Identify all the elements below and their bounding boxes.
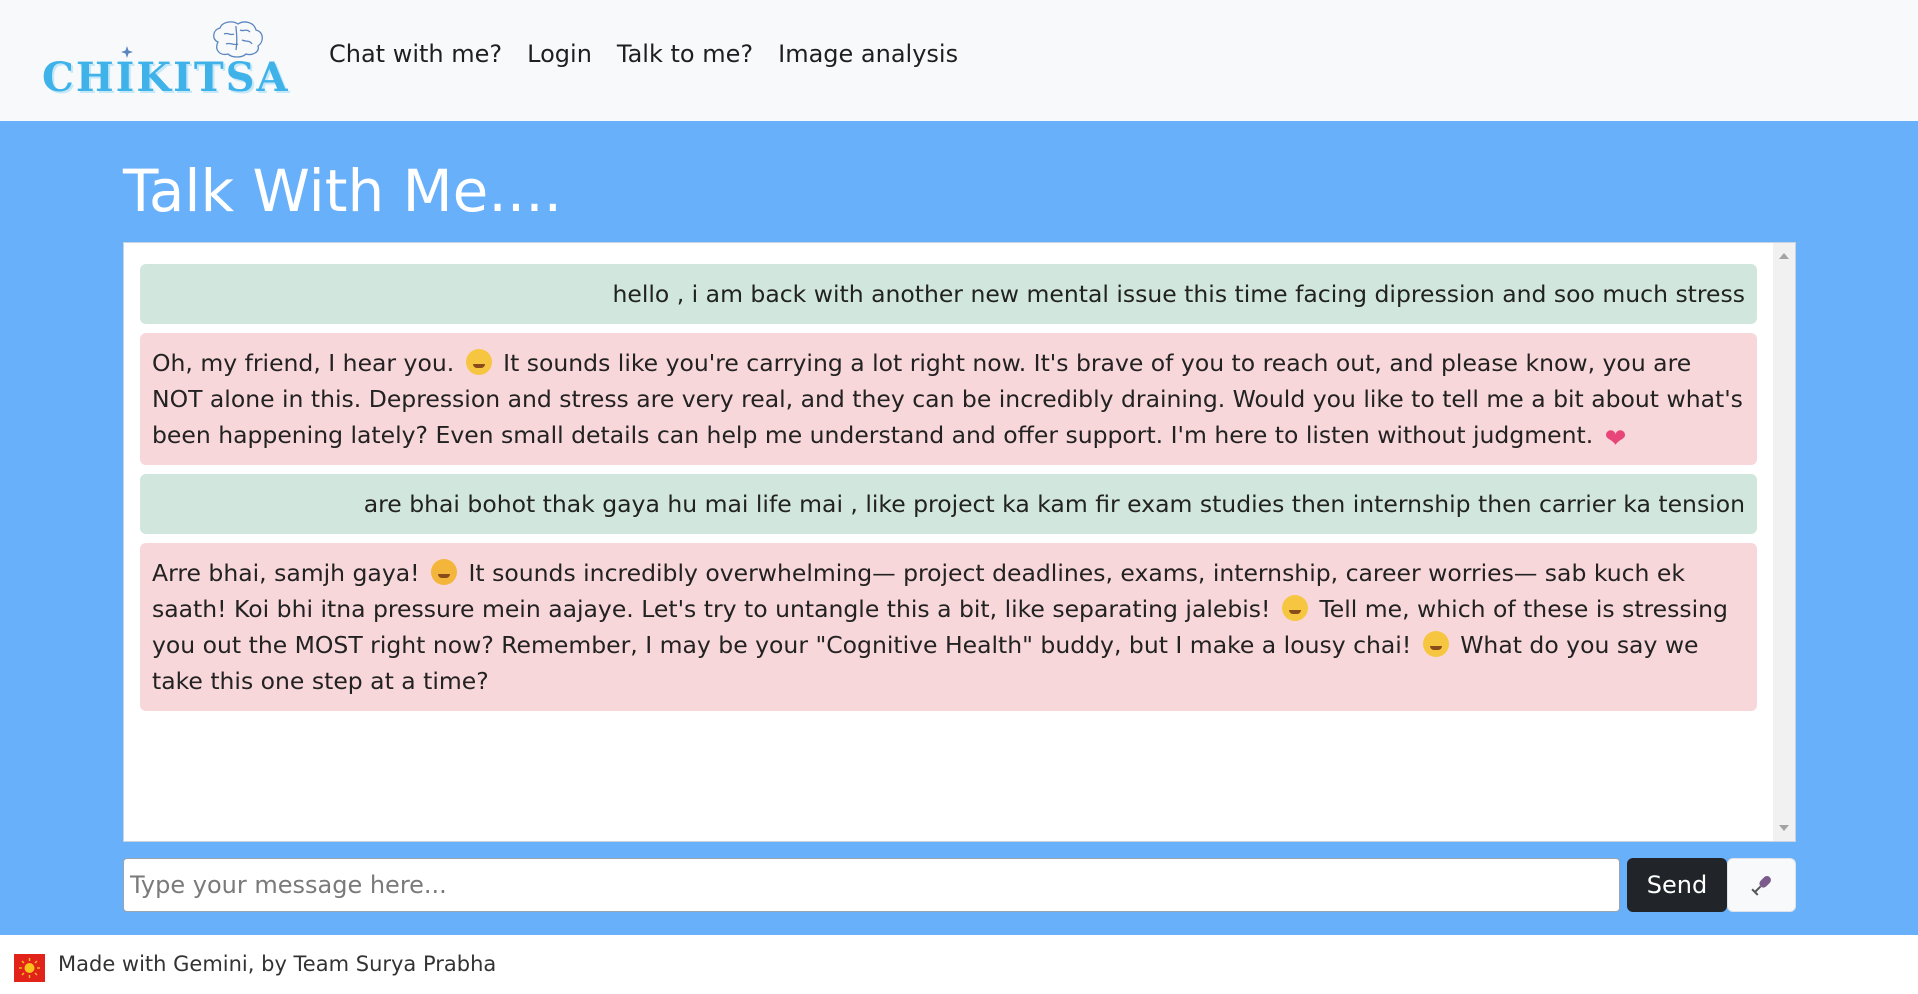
footer: Made with Gemini, by Team Surya Prabha [0, 935, 1918, 994]
navbar: CHIKITSA Chat with me? Login Talk to me?… [0, 0, 1918, 121]
nav-links: Chat with me? Login Talk to me? Image an… [329, 40, 983, 68]
nav-item-login[interactable]: Login [527, 40, 592, 68]
sweat-smile-icon [1422, 631, 1449, 657]
message-input[interactable] [123, 858, 1620, 912]
message-text: Oh, my friend, I hear you. [152, 349, 462, 377]
send-button[interactable]: Send [1627, 858, 1727, 912]
bot-message: Oh, my friend, I hear you. It sounds lik… [140, 333, 1757, 465]
brand-name: CHIKITSA [42, 54, 290, 101]
microphone-button[interactable] [1727, 858, 1796, 912]
user-message: are bhai bohot thak gaya hu mai life mai… [140, 474, 1757, 534]
chat-messages: hello , i am back with another new menta… [124, 243, 1773, 841]
heart-icon: ❤ [1604, 424, 1627, 454]
message-text: hello , i am back with another new menta… [612, 280, 1745, 308]
scroll-down-arrow-icon[interactable] [1779, 825, 1789, 831]
user-message: hello , i am back with another new menta… [140, 264, 1757, 324]
microphone-icon [1750, 876, 1771, 896]
footer-credit: Made with Gemini, by Team Surya Prabha [58, 952, 497, 976]
winking-face-icon [1281, 595, 1308, 621]
nav-item-talk[interactable]: Talk to me? [617, 40, 753, 68]
main-content: Talk With Me.... hello , i am back with … [0, 121, 1918, 935]
pensive-face-icon [465, 349, 492, 375]
page-title: Talk With Me.... [123, 157, 563, 225]
flag-icon [14, 954, 45, 982]
message-text: are bhai bohot thak gaya hu mai life mai… [363, 490, 1745, 518]
nav-item-chat[interactable]: Chat with me? [329, 40, 502, 68]
message-composer: Send [123, 858, 1796, 912]
nav-item-image-analysis[interactable]: Image analysis [778, 40, 958, 68]
weary-face-icon [431, 559, 458, 585]
chat-scrollbar[interactable] [1773, 243, 1795, 841]
scroll-up-arrow-icon[interactable] [1779, 253, 1789, 259]
bot-message: Arre bhai, samjh gaya! It sounds incredi… [140, 543, 1757, 711]
message-text: Arre bhai, samjh gaya! [152, 559, 428, 587]
chat-window[interactable]: hello , i am back with another new menta… [123, 242, 1796, 842]
brand-logo[interactable]: CHIKITSA [40, 18, 288, 101]
